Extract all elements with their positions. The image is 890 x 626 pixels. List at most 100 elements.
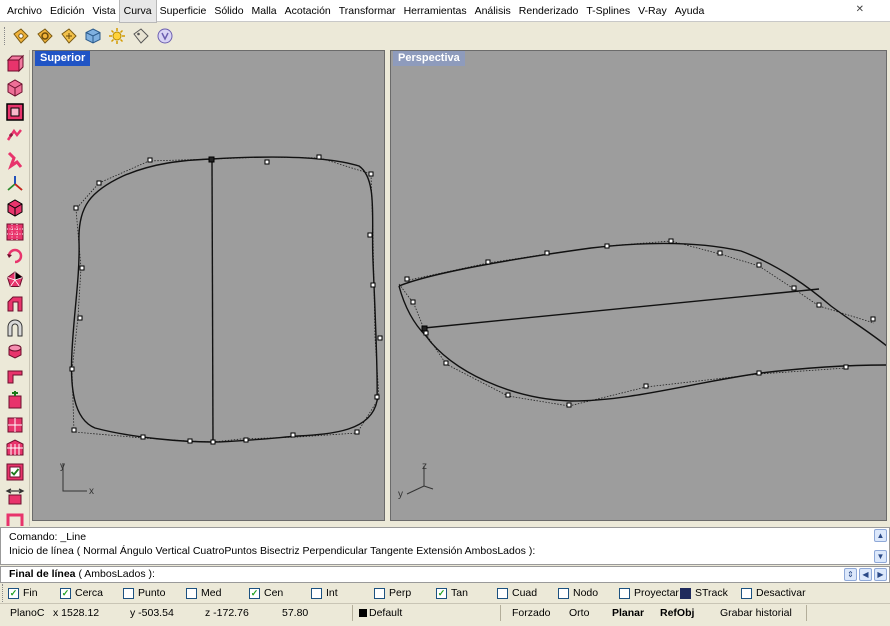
scroll-up-icon[interactable]: ▲ [874,529,887,542]
box-add-icon[interactable] [3,388,27,412]
status-layer[interactable]: Default [359,607,402,619]
extrude-icon[interactable] [3,364,27,388]
status-divider [352,605,353,621]
cage-box-icon[interactable] [3,100,27,124]
tag-outline-icon[interactable] [130,25,152,47]
history-scrollbar[interactable]: ▲ ▼ [874,529,888,563]
rhino-window: Archivo Edición Vista Curva Superficie S… [0,0,890,626]
osnap-punto[interactable]: Punto [123,587,186,599]
gear-tag-icon[interactable] [34,25,56,47]
rotate-icon[interactable] [3,244,27,268]
menu-acotacion[interactable]: Acotación [281,0,335,22]
checkbox-int[interactable] [311,587,322,599]
viewport-perspective[interactable]: z y Perspectiva [390,50,887,521]
control-polygon [71,156,380,443]
status-distance: 57.80 [282,607,309,619]
main-toolbar [0,23,890,49]
axis-x-label: x [89,486,94,497]
box-icon[interactable] [3,52,27,76]
axis-indicator-persp [406,466,434,495]
prompt-options[interactable]: ( AmbosLados ): [76,568,154,580]
osnap-fin[interactable]: ✓ Fin [8,587,60,599]
status-plane[interactable]: PlanoC [10,607,44,619]
frame-icon[interactable] [3,436,27,460]
bend-icon[interactable] [3,148,27,172]
osnap-int[interactable]: Int [311,587,374,599]
command-prompt[interactable]: Final de línea ( AmbosLados ): ⇕ ◀ ▶ [0,566,890,583]
status-forzado[interactable]: Forzado [512,607,551,619]
menu-solido[interactable]: Sólido [210,0,247,22]
checkbox-desactivar[interactable] [741,587,752,599]
sphere-box-icon[interactable] [3,76,27,100]
checkbox-fin[interactable]: ✓ [8,587,19,599]
axis-y-label-persp: y [398,489,403,500]
polygon-icon[interactable] [3,268,27,292]
checkbox-strack[interactable] [680,587,691,599]
status-historial[interactable]: Grabar historial [720,607,792,619]
close-icon[interactable]: ✕ [856,4,864,15]
osnap-med[interactable]: Med [186,587,249,599]
checkbox-cuad[interactable] [497,587,508,599]
osnap-tan[interactable]: ✓ Tan [436,587,497,599]
osnap-cuad[interactable]: Cuad [497,587,558,599]
menu-ayuda[interactable]: Ayuda [671,0,709,22]
menu-superficie[interactable]: Superficie [156,0,211,22]
cube-icon[interactable] [82,25,104,47]
viewport-title-perspectiva[interactable]: Perspectiva [393,51,465,66]
menu-herramientas[interactable]: Herramientas [400,0,471,22]
checkbox-cen[interactable]: ✓ [249,587,260,599]
osnap-desactivar[interactable]: Desactivar [741,587,811,599]
box-split-icon[interactable] [3,412,27,436]
osnap-cen[interactable]: ✓ Cen [249,587,311,599]
checkbox-punto[interactable] [123,587,134,599]
menu-analisis[interactable]: Análisis [471,0,515,22]
grid-points-icon[interactable] [3,220,27,244]
sun-icon[interactable] [106,25,128,47]
osnap-nodo[interactable]: Nodo [558,587,619,599]
scroll-down-icon[interactable]: ▼ [874,550,887,563]
osnap-strack[interactable]: STrack [680,587,741,599]
menu-renderizado[interactable]: Renderizado [515,0,583,22]
menu-vray[interactable]: V-Ray [634,0,671,22]
osnap-cerca[interactable]: ✓ Cerca [60,587,123,599]
viewport-top[interactable]: y x Superior [32,50,385,521]
status-planar[interactable]: Planar [612,607,644,619]
checkbox-perp[interactable] [374,587,385,599]
tag-icon[interactable] [10,25,32,47]
checkbox-med[interactable] [186,587,197,599]
command-history[interactable]: Comando: _Line Inicio de línea ( Normal … [0,527,890,565]
toolbar-grip[interactable] [4,27,7,45]
osnap-proyectar[interactable]: Proyectar [619,587,680,599]
paint-icon[interactable] [154,25,176,47]
menu-malla[interactable]: Malla [248,0,281,22]
checkbox-nodo[interactable] [558,587,569,599]
menu-transformar[interactable]: Transformar [335,0,400,22]
chevron-left-icon[interactable]: ◀ [859,568,872,581]
osnap-grip[interactable] [2,584,5,602]
menu-archivo[interactable]: Archivo [3,0,46,22]
osnap-perp[interactable]: Perp [374,587,436,599]
merge-icon[interactable] [3,484,27,508]
cylinder-icon[interactable] [3,340,27,364]
checkbox-proyectar[interactable] [619,587,630,599]
shell-icon[interactable] [3,508,27,526]
checkbox-tan[interactable]: ✓ [436,587,447,599]
menu-tsplines[interactable]: T-Splines [582,0,634,22]
menu-edicion[interactable]: Edición [46,0,88,22]
tag-settings-icon[interactable] [58,25,80,47]
status-orto[interactable]: Orto [569,607,589,619]
status-refobj[interactable]: RefObj [660,607,694,619]
checkbox-cerca[interactable]: ✓ [60,587,71,599]
menu-curva[interactable]: Curva [118,0,157,23]
pull-icon[interactable] [3,124,27,148]
viewport-title-superior[interactable]: Superior [35,51,91,66]
axis-icon[interactable] [3,172,27,196]
arch-icon[interactable] [3,292,27,316]
osnap-bar: ✓ Fin ✓ Cerca Punto Med ✓ Cen Int Perp ✓ Tan… [0,584,890,602]
checkbox-icon[interactable] [3,460,27,484]
menu-vista[interactable]: Vista [88,0,119,22]
chevron-right-icon[interactable]: ▶ [874,568,887,581]
cube-select-icon[interactable] [3,196,27,220]
spin-icon[interactable]: ⇕ [844,568,857,581]
arch-u-icon[interactable] [3,316,27,340]
